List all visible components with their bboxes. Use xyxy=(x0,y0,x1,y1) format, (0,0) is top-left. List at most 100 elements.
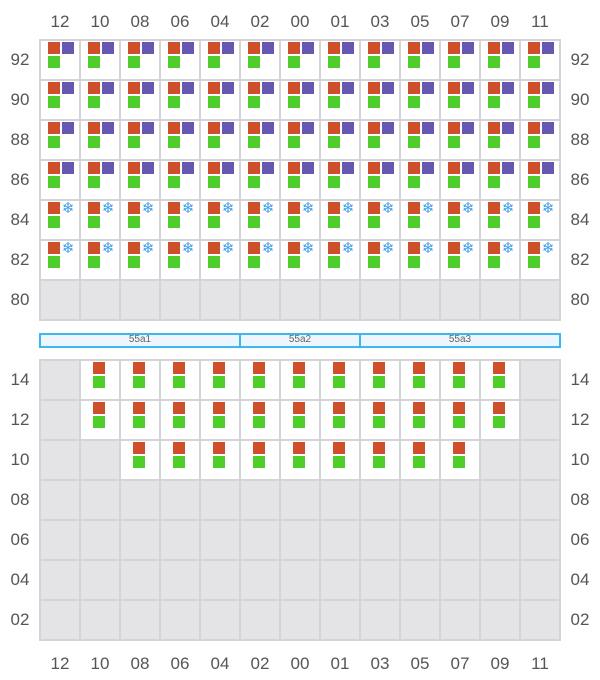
slot-cell[interactable]: ❄ xyxy=(201,241,239,279)
slot-cell[interactable] xyxy=(241,41,279,79)
slot-cell[interactable] xyxy=(41,81,79,119)
slot-cell[interactable]: ❄ xyxy=(401,201,439,239)
slot-cell[interactable] xyxy=(241,441,279,479)
slot-cell[interactable]: ❄ xyxy=(401,241,439,279)
slot-cell[interactable] xyxy=(321,161,359,199)
slot-cell[interactable]: ❄ xyxy=(521,201,559,239)
slot-cell[interactable]: ❄ xyxy=(321,241,359,279)
slot-cell[interactable] xyxy=(201,441,239,479)
slot-cell[interactable] xyxy=(281,121,319,159)
slot-cell[interactable]: ❄ xyxy=(481,241,519,279)
slot-cell[interactable]: ❄ xyxy=(481,201,519,239)
slot-cell[interactable] xyxy=(321,81,359,119)
slot-cell[interactable] xyxy=(441,81,479,119)
slot-cell[interactable] xyxy=(201,81,239,119)
slot-cell[interactable] xyxy=(121,81,159,119)
slot-cell[interactable] xyxy=(481,121,519,159)
slot-cell[interactable] xyxy=(481,81,519,119)
slot-cell[interactable] xyxy=(281,361,319,399)
slot-cell[interactable] xyxy=(241,361,279,399)
slot-cell[interactable] xyxy=(121,401,159,439)
band-segment[interactable]: 55a3 xyxy=(359,333,561,348)
slot-cell[interactable] xyxy=(361,161,399,199)
slot-cell[interactable]: ❄ xyxy=(41,201,79,239)
slot-cell[interactable] xyxy=(401,41,439,79)
slot-cell[interactable] xyxy=(81,401,119,439)
band-segment[interactable]: 55a1 xyxy=(39,333,241,348)
slot-cell[interactable] xyxy=(361,361,399,399)
slot-cell[interactable] xyxy=(241,81,279,119)
slot-cell[interactable] xyxy=(161,121,199,159)
slot-cell[interactable] xyxy=(41,161,79,199)
slot-cell[interactable] xyxy=(81,161,119,199)
slot-cell[interactable] xyxy=(241,121,279,159)
slot-cell[interactable] xyxy=(81,121,119,159)
slot-cell[interactable]: ❄ xyxy=(161,201,199,239)
slot-cell[interactable] xyxy=(441,441,479,479)
slot-cell[interactable]: ❄ xyxy=(441,201,479,239)
slot-cell[interactable] xyxy=(201,121,239,159)
slot-cell[interactable] xyxy=(161,41,199,79)
slot-cell[interactable] xyxy=(401,361,439,399)
slot-cell[interactable] xyxy=(521,81,559,119)
slot-cell[interactable]: ❄ xyxy=(361,201,399,239)
slot-cell[interactable] xyxy=(401,161,439,199)
slot-cell[interactable] xyxy=(161,361,199,399)
slot-cell[interactable] xyxy=(121,161,159,199)
slot-cell[interactable] xyxy=(281,401,319,439)
slot-cell[interactable] xyxy=(81,41,119,79)
slot-cell[interactable] xyxy=(321,441,359,479)
slot-cell[interactable]: ❄ xyxy=(41,241,79,279)
slot-cell[interactable] xyxy=(281,161,319,199)
slot-cell[interactable]: ❄ xyxy=(441,241,479,279)
slot-cell[interactable] xyxy=(281,81,319,119)
slot-cell[interactable]: ❄ xyxy=(281,241,319,279)
slot-cell[interactable] xyxy=(41,121,79,159)
slot-cell[interactable] xyxy=(121,441,159,479)
slot-cell[interactable]: ❄ xyxy=(241,241,279,279)
slot-cell[interactable] xyxy=(521,41,559,79)
slot-cell[interactable]: ❄ xyxy=(161,241,199,279)
slot-cell[interactable]: ❄ xyxy=(201,201,239,239)
slot-cell[interactable] xyxy=(281,441,319,479)
slot-cell[interactable] xyxy=(441,121,479,159)
slot-cell[interactable]: ❄ xyxy=(281,201,319,239)
slot-cell[interactable] xyxy=(481,401,519,439)
slot-cell[interactable] xyxy=(361,441,399,479)
slot-cell[interactable] xyxy=(441,361,479,399)
slot-cell[interactable]: ❄ xyxy=(241,201,279,239)
slot-cell[interactable]: ❄ xyxy=(81,201,119,239)
slot-cell[interactable] xyxy=(241,401,279,439)
slot-cell[interactable] xyxy=(321,41,359,79)
slot-cell[interactable] xyxy=(201,401,239,439)
slot-cell[interactable]: ❄ xyxy=(321,201,359,239)
slot-cell[interactable] xyxy=(361,81,399,119)
slot-cell[interactable] xyxy=(441,401,479,439)
slot-cell[interactable] xyxy=(441,41,479,79)
slot-cell[interactable]: ❄ xyxy=(81,241,119,279)
slot-cell[interactable]: ❄ xyxy=(361,241,399,279)
band-segment[interactable]: 55a2 xyxy=(239,333,361,348)
slot-cell[interactable] xyxy=(361,401,399,439)
slot-cell[interactable] xyxy=(241,161,279,199)
slot-cell[interactable] xyxy=(401,121,439,159)
slot-cell[interactable] xyxy=(321,361,359,399)
slot-cell[interactable]: ❄ xyxy=(121,241,159,279)
slot-cell[interactable] xyxy=(201,161,239,199)
slot-cell[interactable] xyxy=(121,361,159,399)
slot-cell[interactable] xyxy=(401,441,439,479)
slot-cell[interactable]: ❄ xyxy=(121,201,159,239)
slot-cell[interactable] xyxy=(201,361,239,399)
slot-cell[interactable] xyxy=(161,161,199,199)
slot-cell[interactable] xyxy=(81,81,119,119)
slot-cell[interactable] xyxy=(121,41,159,79)
slot-cell[interactable] xyxy=(441,161,479,199)
slot-cell[interactable] xyxy=(521,121,559,159)
slot-cell[interactable] xyxy=(41,41,79,79)
slot-cell[interactable] xyxy=(281,41,319,79)
slot-cell[interactable] xyxy=(161,441,199,479)
slot-cell[interactable] xyxy=(81,361,119,399)
slot-cell[interactable] xyxy=(361,121,399,159)
slot-cell[interactable] xyxy=(201,41,239,79)
slot-cell[interactable] xyxy=(401,81,439,119)
